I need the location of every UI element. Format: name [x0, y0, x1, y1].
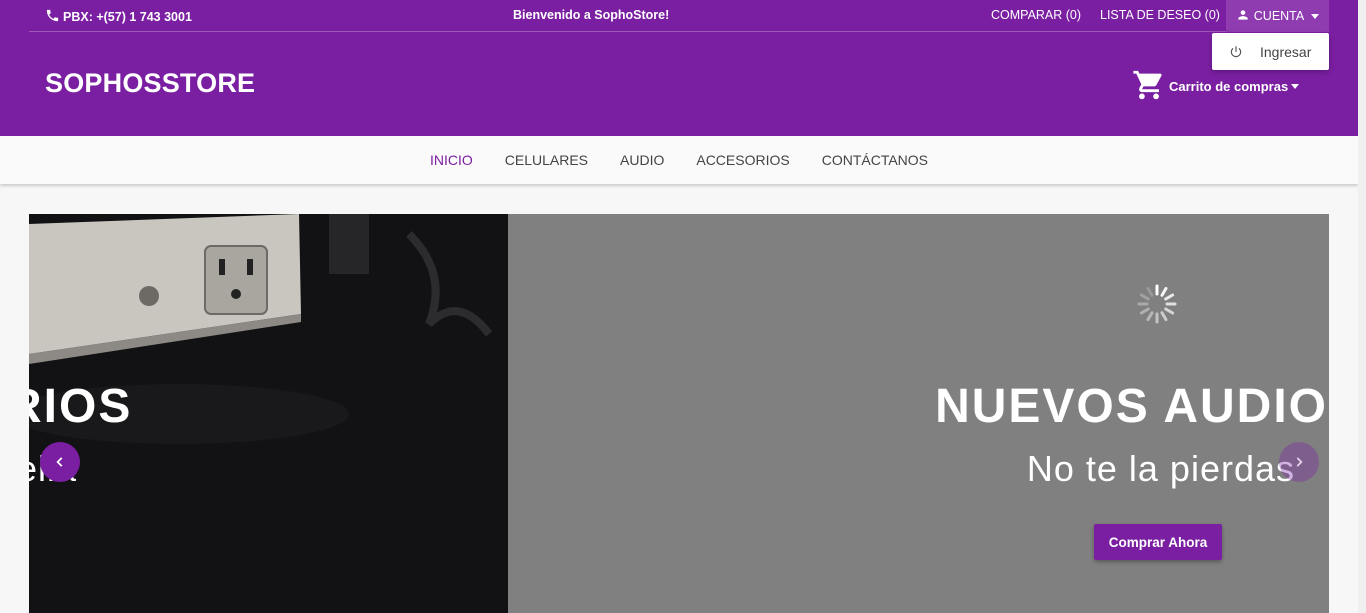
slide-accessories-title: RIOS — [29, 380, 133, 433]
slide-audio: NUEVOS AUDIO No te la pierdas Comprar Ah… — [508, 214, 1329, 613]
page-scrollbar[interactable] — [1358, 0, 1366, 613]
phone-info: PBX: +(57) 1 743 3001 — [45, 8, 192, 26]
hero-slider: RIOS ella NUE — [29, 214, 1329, 613]
site-logo[interactable]: SOPHOSSTORE — [45, 68, 255, 99]
phone-icon — [45, 8, 60, 26]
cart-label: Carrito de compras — [1169, 79, 1289, 94]
account-menu-button[interactable]: CUENTA — [1226, 0, 1329, 32]
site-header: PBX: +(57) 1 743 3001 Bienvenido a Sopho… — [0, 0, 1358, 136]
slide-accessories: RIOS ella — [29, 214, 508, 613]
nav-item-contactanos[interactable]: CONTÁCTANOS — [822, 152, 928, 168]
nav-item-audio[interactable]: AUDIO — [620, 152, 664, 168]
phone-number: PBX: +(57) 1 743 3001 — [63, 10, 192, 24]
loading-spinner-icon — [1137, 284, 1177, 324]
wishlist-link[interactable]: LISTA DE DESEO (0) — [1100, 8, 1220, 22]
compare-link[interactable]: COMPARAR (0) — [991, 8, 1081, 22]
account-dropdown: Ingresar — [1212, 33, 1329, 70]
top-bar: PBX: +(57) 1 743 3001 Bienvenido a Sopho… — [29, 0, 1329, 32]
chevron-left-icon — [56, 457, 63, 467]
nav-item-accesorios[interactable]: ACCESORIOS — [696, 152, 789, 168]
person-icon — [1236, 8, 1250, 25]
slider-next-button[interactable] — [1279, 442, 1319, 482]
buy-now-button[interactable]: Comprar Ahora — [1094, 524, 1222, 560]
page: PBX: +(57) 1 743 3001 Bienvenido a Sopho… — [0, 0, 1366, 613]
login-option[interactable]: Ingresar — [1260, 44, 1311, 60]
slide-audio-subtitle: No te la pierdas — [1026, 448, 1295, 489]
chevron-down-icon — [1311, 13, 1320, 19]
chevron-right-icon — [1296, 457, 1303, 467]
account-label: CUENTA — [1253, 9, 1305, 23]
power-icon — [1229, 45, 1243, 59]
slider-prev-button[interactable] — [40, 442, 80, 482]
cart-icon — [1132, 68, 1169, 105]
chevron-down-icon — [1291, 84, 1300, 89]
nav-item-celulares[interactable]: CELULARES — [505, 152, 588, 168]
welcome-message: Bienvenido a SophoStore! — [513, 8, 670, 22]
main-nav: INICIO CELULARES AUDIO ACCESORIOS CONTÁC… — [0, 136, 1358, 184]
nav-item-inicio[interactable]: INICIO — [430, 152, 473, 168]
slide-audio-title: NUEVOS AUDIO — [935, 380, 1328, 433]
cart-button[interactable]: Carrito de compras — [1132, 68, 1300, 105]
